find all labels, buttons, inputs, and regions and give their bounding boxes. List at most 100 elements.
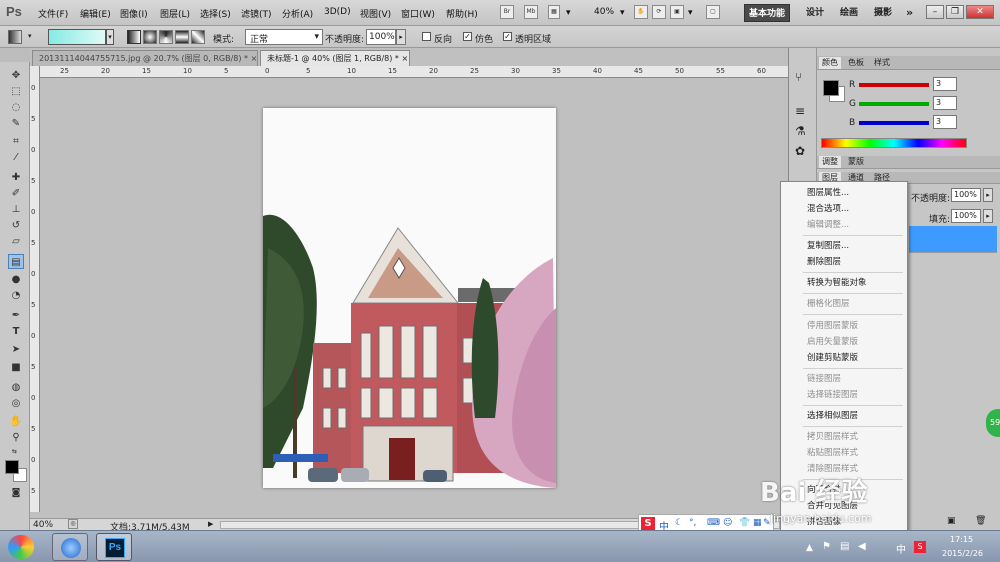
menu-view[interactable]: 视图(V) (360, 7, 391, 20)
close-icon[interactable]: × (251, 54, 258, 63)
pen-tool-icon[interactable]: ✒ (8, 308, 24, 323)
reflected-gradient-icon[interactable] (175, 30, 189, 44)
new-layer-icon[interactable]: ▣ (947, 516, 956, 526)
tray-ime-icon[interactable]: 中 (896, 541, 906, 556)
taskbar-browser[interactable] (52, 533, 88, 561)
workspace-painting[interactable]: 绘画 (836, 4, 862, 22)
moon-icon[interactable]: ☾ (675, 518, 683, 528)
clock-time[interactable]: 17:15 (950, 535, 973, 544)
skin-icon[interactable]: 👕 (739, 518, 750, 528)
blur-tool-icon[interactable]: ● (8, 272, 24, 287)
r-value[interactable]: 3 (933, 77, 957, 91)
clock-date[interactable]: 2015/2/26 (942, 549, 983, 558)
workspace-essentials[interactable]: 基本功能 (744, 4, 791, 22)
mini-bridge-button[interactable]: Mb (524, 5, 538, 19)
menu-help[interactable]: 帮助(H) (446, 7, 478, 20)
brush-panel-icon[interactable]: ✿ (795, 144, 805, 158)
move-tool-icon[interactable]: ✥ (8, 68, 24, 83)
grid-icon[interactable]: ▦ (753, 518, 762, 528)
taskbar-photoshop[interactable]: Ps (96, 533, 132, 561)
menu-file[interactable]: 文件(F) (38, 7, 68, 20)
transparency-checkbox[interactable]: ✓ (503, 32, 512, 41)
crop-tool-icon[interactable]: ⌗ (8, 134, 24, 149)
b-value[interactable]: 3 (933, 115, 957, 129)
gradient-tool-preset-icon[interactable] (8, 30, 22, 44)
menu-item-blending-options[interactable]: 混合选项... (807, 202, 849, 214)
menu-image[interactable]: 图像(I) (120, 7, 148, 20)
arrange-dropdown-icon[interactable]: ▾ (688, 8, 693, 18)
history-panel-icon[interactable]: ⑂ (795, 70, 802, 84)
healing-brush-tool-icon[interactable]: ✚ (8, 170, 24, 185)
menu-window[interactable]: 窗口(W) (401, 7, 435, 20)
fill-input[interactable]: 100% (951, 209, 981, 223)
layer-opacity-slider-icon[interactable]: ▸ (983, 188, 993, 202)
dither-checkbox[interactable]: ✓ (463, 32, 472, 41)
tray-sogou-icon[interactable]: S (914, 541, 926, 553)
menu-item-layer-properties[interactable]: 图层属性... (807, 186, 849, 198)
linear-gradient-icon[interactable] (127, 30, 141, 44)
r-slider[interactable] (859, 83, 929, 87)
tray-flag-icon[interactable]: ⚑ (822, 541, 831, 552)
tab-swatches[interactable]: 色板 (845, 57, 867, 69)
arrange-docs-icon[interactable]: ▣ (670, 5, 684, 19)
tab-document-2[interactable]: 未标题-1 @ 40% (图层 1, RGB/8) * × (260, 50, 410, 66)
eyedropper-tool-icon[interactable]: ⁄ (8, 150, 24, 165)
document-canvas[interactable] (263, 108, 556, 488)
gradient-picker[interactable] (48, 29, 106, 45)
3d-orbit-tool-icon[interactable]: ◎ (8, 396, 24, 411)
tab-color[interactable]: 颜色 (819, 57, 841, 69)
delete-layer-icon[interactable]: 🗑 (975, 516, 986, 526)
swap-colors-icon[interactable]: ⇆ (12, 448, 17, 455)
tab-document-1[interactable]: 20131114044755715.jpg @ 20.7% (图层 0, RGB… (32, 50, 258, 66)
hand-tool-icon[interactable]: ✋ (8, 414, 24, 429)
sogou-icon[interactable]: S (641, 517, 655, 531)
marquee-tool-icon[interactable]: ⬚ (8, 84, 24, 99)
tool-presets-icon[interactable]: ⚗ (795, 124, 806, 138)
radial-gradient-icon[interactable] (143, 30, 157, 44)
foreground-color-swatch[interactable] (5, 460, 19, 474)
preset-dropdown-icon[interactable]: ▾ (28, 32, 32, 40)
close-icon[interactable]: ✕ (966, 5, 994, 19)
menu-filter[interactable]: 滤镜(T) (241, 7, 272, 20)
minimize-icon[interactable]: – (926, 5, 944, 19)
gradient-dropdown-icon[interactable]: ▾ (106, 29, 114, 45)
g-slider[interactable] (859, 102, 929, 106)
dropdown-arrow-icon[interactable]: ▾ (566, 8, 571, 18)
tab-styles[interactable]: 样式 (871, 57, 893, 69)
actions-panel-icon[interactable]: ≡ (795, 104, 805, 118)
restore-icon[interactable]: ❐ (946, 5, 964, 19)
rotate-view-icon[interactable]: ⟳ (652, 5, 666, 19)
workspace-photography[interactable]: 摄影 (870, 4, 896, 22)
tab-adjustments[interactable]: 调整 (819, 156, 841, 168)
tray-arrow-icon[interactable]: ▲ (806, 543, 813, 553)
layer-opacity-input[interactable]: 100% (951, 188, 981, 202)
layer-row-selected[interactable] (909, 226, 997, 252)
status-preview-icon[interactable]: ◎ (68, 519, 78, 529)
zoom-level[interactable]: 40% (594, 7, 614, 17)
g-value[interactable]: 3 (933, 96, 957, 110)
quick-mask-icon[interactable]: ◙ (8, 486, 24, 501)
menu-edit[interactable]: 编辑(E) (80, 7, 111, 20)
menu-item-duplicate-layer[interactable]: 复制图层... (807, 239, 849, 251)
workspace-design[interactable]: 设计 (802, 4, 828, 22)
status-menu-icon[interactable]: ▶ (208, 520, 213, 528)
3d-rotate-tool-icon[interactable]: ◍ (8, 380, 24, 395)
fill-slider-icon[interactable]: ▸ (983, 209, 993, 223)
dodge-tool-icon[interactable]: ◔ (8, 288, 24, 303)
menu-analysis[interactable]: 分析(A) (282, 7, 313, 20)
eraser-tool-icon[interactable]: ▱ (8, 234, 24, 249)
lasso-tool-icon[interactable]: ◌ (8, 100, 24, 115)
more-workspaces-icon[interactable]: » (902, 4, 917, 22)
floating-badge[interactable]: 59 (986, 409, 1000, 437)
menu-item-select-similar-layers[interactable]: 选择相似图层 (807, 409, 858, 421)
type-tool-icon[interactable]: T (8, 324, 24, 339)
tray-network-icon[interactable]: ▤ (840, 541, 849, 552)
hand-tool-icon[interactable]: ✋ (634, 5, 648, 19)
angle-gradient-icon[interactable] (159, 30, 173, 44)
tray-volume-icon[interactable]: ◀ (858, 541, 866, 552)
menu-item-delete-layer[interactable]: 删除图层 (807, 255, 841, 267)
opacity-slider-icon[interactable]: ▸ (396, 29, 406, 45)
menu-item-convert-smart-object[interactable]: 转换为智能对象 (807, 276, 867, 288)
history-brush-tool-icon[interactable]: ↺ (8, 218, 24, 233)
diamond-gradient-icon[interactable] (191, 30, 205, 44)
